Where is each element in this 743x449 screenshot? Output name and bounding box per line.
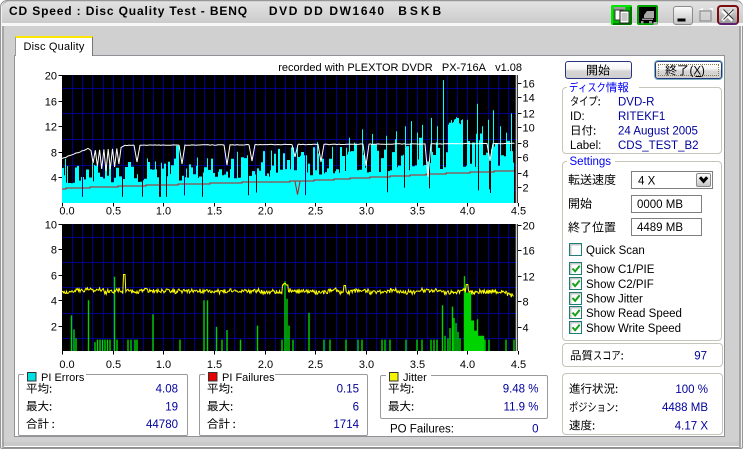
svg-text:RITEKF1: RITEKF1 (618, 111, 665, 123)
svg-text:10: 10 (45, 219, 57, 231)
svg-text:20: 20 (523, 220, 535, 232)
svg-text:Settings: Settings (570, 156, 612, 168)
svg-text:2.5: 2.5 (308, 359, 323, 371)
svg-text:4.0: 4.0 (460, 359, 475, 371)
svg-text:Show C2/PIF: Show C2/PIF (586, 279, 654, 291)
svg-text:0.5: 0.5 (106, 359, 121, 371)
svg-text:14: 14 (523, 92, 535, 104)
svg-text:DVD-R: DVD-R (618, 96, 654, 108)
svg-text:3.0: 3.0 (359, 359, 374, 371)
svg-text:Show Jitter: Show Jitter (586, 294, 643, 306)
svg-text:(X): (X) (690, 66, 706, 78)
svg-text:4: 4 (51, 295, 57, 307)
svg-text:4.0: 4.0 (460, 206, 475, 218)
svg-text:9.48 %: 9.48 % (503, 384, 539, 396)
svg-text:PO Failures:: PO Failures: (390, 423, 454, 435)
svg-text:6: 6 (523, 152, 529, 164)
svg-text:Jitter: Jitter (403, 372, 427, 384)
svg-text:2.0: 2.0 (258, 359, 273, 371)
svg-text:1.0: 1.0 (156, 359, 171, 371)
svg-text:recorded with PLEXTOR DVDR P: recorded with PLEXTOR DVDR PX-716A v1.08 (278, 62, 522, 74)
svg-text:8: 8 (523, 138, 529, 150)
svg-text:PI Errors: PI Errors (41, 372, 85, 384)
svg-text:CDS_TEST_B2: CDS_TEST_B2 (618, 140, 699, 152)
svg-text:ID:: ID: (570, 111, 585, 123)
svg-text:44780: 44780 (146, 419, 178, 431)
svg-text:0.0: 0.0 (59, 359, 74, 371)
svg-text:16: 16 (523, 78, 535, 90)
svg-text:0: 0 (532, 423, 538, 435)
svg-text:4: 4 (523, 168, 529, 180)
svg-text:0000 MB: 0000 MB (637, 199, 683, 211)
svg-text:4.5: 4.5 (511, 206, 526, 218)
svg-text:16: 16 (45, 96, 57, 108)
svg-text:12: 12 (523, 271, 535, 283)
svg-text:8: 8 (51, 244, 57, 256)
svg-text:Show Write Speed: Show Write Speed (586, 323, 681, 335)
svg-text:Quick Scan: Quick Scan (586, 245, 645, 257)
svg-text:4: 4 (523, 322, 529, 334)
svg-text:4 X: 4 X (638, 175, 656, 187)
svg-text:3.0: 3.0 (359, 206, 374, 218)
svg-text:10: 10 (523, 122, 535, 134)
svg-text:0.15: 0.15 (337, 384, 359, 396)
svg-text:2.0: 2.0 (258, 206, 273, 218)
svg-text:16: 16 (523, 245, 535, 257)
svg-text:4488 MB: 4488 MB (662, 402, 708, 414)
svg-text:19: 19 (165, 401, 178, 413)
svg-text:4.5: 4.5 (511, 359, 526, 371)
svg-text:Show Read Speed: Show Read Speed (586, 308, 682, 320)
svg-text:12: 12 (45, 121, 57, 133)
svg-text:20: 20 (45, 70, 57, 82)
svg-text:100 %: 100 % (675, 384, 708, 396)
svg-text:2: 2 (51, 321, 57, 333)
svg-text:4489 MB: 4489 MB (637, 222, 683, 234)
svg-text:12: 12 (523, 108, 535, 120)
svg-text:3.5: 3.5 (410, 359, 425, 371)
svg-text:6: 6 (51, 270, 57, 282)
svg-text:8: 8 (523, 296, 529, 308)
svg-text:4.17 X: 4.17 X (675, 420, 709, 432)
svg-text:6: 6 (353, 401, 359, 413)
svg-text:Label:: Label: (570, 140, 601, 152)
svg-text:24 August 2005: 24 August 2005 (618, 126, 698, 138)
svg-text:1.0: 1.0 (156, 206, 171, 218)
svg-text:Show C1/PIE: Show C1/PIE (586, 264, 655, 276)
svg-text:4: 4 (51, 172, 57, 184)
svg-text:3.5: 3.5 (410, 206, 425, 218)
svg-text:1714: 1714 (333, 419, 359, 431)
svg-text:PI Failures: PI Failures (222, 372, 275, 384)
svg-text:97: 97 (694, 351, 707, 363)
svg-text:1.5: 1.5 (207, 206, 222, 218)
svg-text:2.5: 2.5 (308, 206, 323, 218)
svg-text:0.5: 0.5 (106, 206, 121, 218)
svg-text:4.08: 4.08 (156, 384, 178, 396)
svg-text:1.5: 1.5 (207, 359, 222, 371)
svg-text:11.9 %: 11.9 % (504, 401, 539, 413)
svg-text:2: 2 (523, 182, 529, 194)
svg-text:8: 8 (51, 147, 57, 159)
svg-text:0.0: 0.0 (59, 206, 74, 218)
